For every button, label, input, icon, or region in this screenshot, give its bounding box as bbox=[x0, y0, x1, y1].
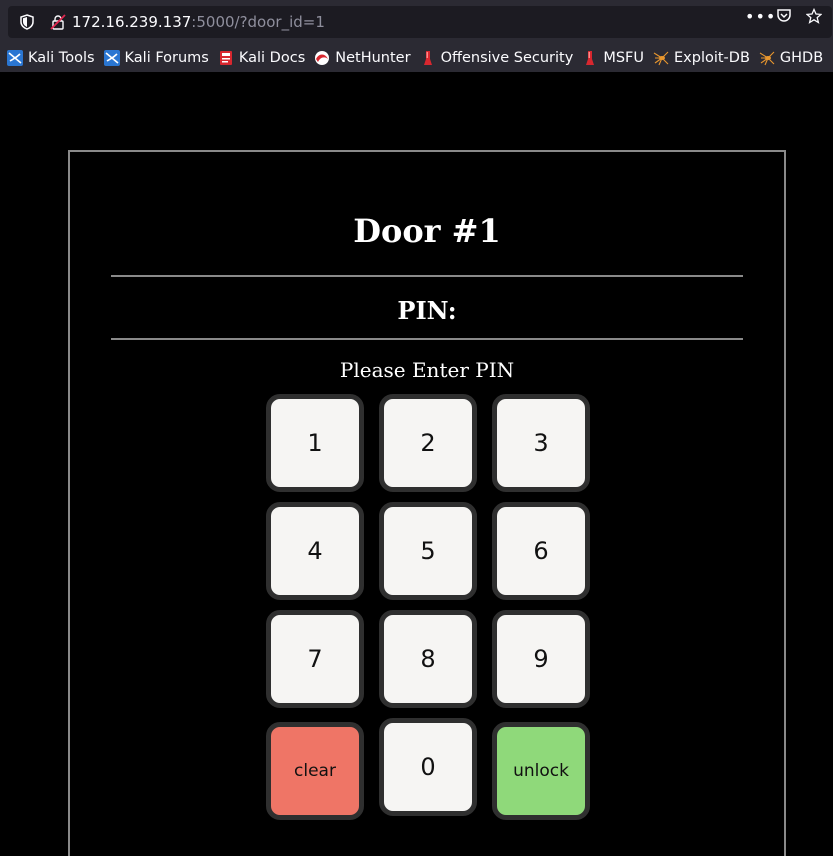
bookmark-label: MSFU bbox=[603, 50, 644, 66]
exploitdb-spider-icon bbox=[759, 50, 775, 66]
bookmark-ghdb[interactable]: GHDB bbox=[759, 50, 823, 66]
bookmark-msfu[interactable]: MSFU bbox=[582, 50, 644, 66]
bookmark-offensive-security[interactable]: Offensive Security bbox=[420, 50, 574, 66]
nethunter-icon bbox=[314, 50, 330, 66]
key-2-button[interactable]: 2 bbox=[379, 394, 477, 492]
url-host: 172.16.239.137 bbox=[72, 13, 192, 31]
insecure-lock-icon[interactable] bbox=[48, 6, 68, 38]
key-4-button[interactable]: 4 bbox=[266, 502, 364, 600]
bookmark-label: GHDB bbox=[779, 50, 824, 66]
key-5-button[interactable]: 5 bbox=[379, 502, 477, 600]
key-1-button[interactable]: 1 bbox=[266, 394, 364, 492]
tracking-shield-icon[interactable] bbox=[18, 6, 36, 38]
pocket-icon[interactable] bbox=[776, 0, 792, 32]
key-3-button[interactable]: 3 bbox=[492, 394, 590, 492]
page-actions-more-icon[interactable]: ••• bbox=[745, 0, 776, 32]
bookmark-label: Exploit-DB bbox=[674, 50, 750, 66]
kali-dragon-icon bbox=[103, 50, 120, 66]
url-bar[interactable]: 172.16.239.137:5000/?door_id=1 bbox=[8, 6, 832, 38]
pin-display: PIN: bbox=[397, 296, 457, 325]
bookmarks-toolbar: Kali Tools Kali Forums Kali Docs NetHunt… bbox=[0, 44, 833, 72]
key-6-button[interactable]: 6 bbox=[492, 502, 590, 600]
bookmark-kali-forums[interactable]: Kali Forums bbox=[103, 50, 209, 66]
keypad: 1 2 3 4 5 6 7 8 9 clear 0 unlock bbox=[266, 394, 592, 822]
bookmark-nethunter[interactable]: NetHunter bbox=[314, 50, 411, 66]
bookmark-label: Offensive Security bbox=[440, 50, 574, 66]
url-text[interactable]: 172.16.239.137:5000/?door_id=1 bbox=[72, 6, 325, 38]
page-title: Door #1 bbox=[353, 212, 501, 250]
door-panel: Door #1 PIN: Please Enter PIN 1 2 3 4 5 … bbox=[68, 150, 786, 856]
offsec-icon bbox=[582, 50, 598, 66]
bookmark-kali-tools[interactable]: Kali Tools bbox=[7, 50, 95, 66]
bookmark-kali-docs[interactable]: Kali Docs bbox=[218, 50, 305, 66]
unlock-button[interactable]: unlock bbox=[492, 722, 590, 820]
clear-button[interactable]: clear bbox=[266, 722, 364, 820]
divider bbox=[111, 338, 743, 340]
bookmark-star-icon[interactable] bbox=[806, 0, 822, 32]
key-9-button[interactable]: 9 bbox=[492, 610, 590, 708]
offsec-icon bbox=[420, 50, 436, 66]
key-7-button[interactable]: 7 bbox=[266, 610, 364, 708]
kali-dragon-icon bbox=[7, 50, 23, 66]
key-8-button[interactable]: 8 bbox=[379, 610, 477, 708]
divider bbox=[111, 275, 743, 277]
bookmark-label: NetHunter bbox=[335, 50, 411, 66]
kali-docs-icon bbox=[218, 50, 234, 66]
bookmark-exploit-db[interactable]: Exploit-DB bbox=[653, 50, 750, 66]
bookmark-label: Kali Tools bbox=[28, 50, 95, 66]
exploitdb-spider-icon bbox=[653, 50, 669, 66]
browser-toolbar: 172.16.239.137:5000/?door_id=1 ••• bbox=[0, 0, 833, 44]
page-viewport: Door #1 PIN: Please Enter PIN 1 2 3 4 5 … bbox=[0, 72, 833, 856]
key-0-button[interactable]: 0 bbox=[379, 718, 477, 816]
pin-prompt: Please Enter PIN bbox=[339, 358, 515, 382]
bookmark-label: Kali Docs bbox=[238, 50, 306, 66]
url-path: :5000/?door_id=1 bbox=[191, 13, 325, 31]
bookmark-label: Kali Forums bbox=[124, 50, 209, 66]
